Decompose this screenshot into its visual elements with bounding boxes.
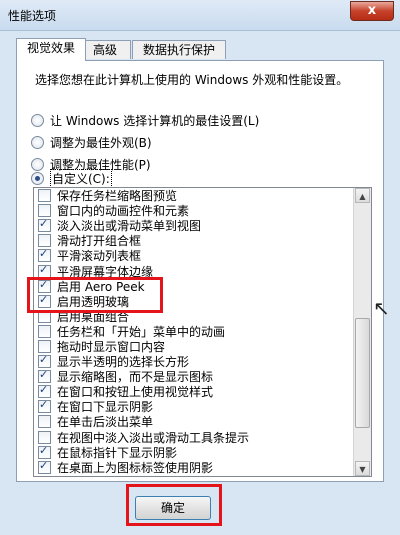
effect-option[interactable]: 显示缩略图，而不是显示图标 bbox=[34, 368, 352, 384]
radio-best-appearance[interactable]: 调整为最佳外观(B) bbox=[31, 133, 152, 151]
effect-option[interactable]: 滑动打开组合框 bbox=[34, 233, 352, 248]
checkbox-icon[interactable] bbox=[38, 234, 51, 248]
effect-option[interactable]: 淡入淡出或滑动菜单到视图 bbox=[34, 217, 352, 233]
effect-option[interactable]: 在鼠标指针下显示阴影 bbox=[34, 444, 352, 460]
custom-effects-listbox[interactable]: 保存任务栏缩略图预览窗口内的动画控件和元素淡入淡出或滑动菜单到视图滑动打开组合框… bbox=[33, 187, 372, 477]
radio-label: 自定义(C): bbox=[50, 168, 112, 188]
aero-highlight-box bbox=[27, 277, 163, 313]
checkbox-checked-icon[interactable] bbox=[38, 368, 51, 384]
effect-option[interactable]: 在窗口下显示阴影 bbox=[34, 398, 352, 414]
scroll-up-arrow-icon[interactable]: ▲ bbox=[355, 188, 370, 203]
checkbox-checked-icon[interactable] bbox=[38, 247, 51, 263]
radio-label: 调整为最佳外观(B) bbox=[50, 135, 152, 150]
radio-let-windows-choose[interactable]: 让 Windows 选择计算机的最佳设置(L) bbox=[31, 111, 259, 129]
scroll-down-arrow-icon[interactable]: ▼ bbox=[355, 461, 370, 476]
effect-option[interactable]: 在桌面上为图标标签使用阴影 bbox=[34, 459, 352, 475]
checkbox-icon[interactable] bbox=[38, 189, 51, 203]
effect-option-label: 在桌面上为图标标签使用阴影 bbox=[57, 460, 214, 475]
listbox-scrollbar[interactable]: ▲ ▼ bbox=[353, 188, 371, 476]
radio-custom[interactable]: 自定义(C): bbox=[31, 168, 112, 188]
radio-button-checked-icon[interactable] bbox=[31, 171, 44, 185]
effect-option[interactable]: 在视图中淡入淡出或滑动工具条提示 bbox=[34, 430, 352, 445]
radio-button-icon[interactable] bbox=[31, 113, 44, 127]
close-button[interactable]: x bbox=[350, 1, 394, 21]
checkbox-icon[interactable] bbox=[38, 324, 51, 338]
checkbox-checked-icon[interactable] bbox=[38, 383, 51, 399]
checkbox-icon[interactable] bbox=[38, 339, 51, 353]
title-bar: 性能选项 x bbox=[0, 0, 400, 31]
effect-option[interactable]: 保存任务栏缩略图预览 bbox=[34, 188, 352, 203]
effect-option[interactable]: 平滑滚动列表框 bbox=[34, 247, 352, 263]
checkbox-checked-icon[interactable] bbox=[38, 398, 51, 414]
checkbox-icon[interactable] bbox=[38, 415, 51, 429]
mouse-cursor-icon: ↖ bbox=[373, 296, 390, 320]
ok-highlight-box bbox=[126, 484, 222, 526]
panel-description: 选择您想在此计算机上使用的 Windows 外观和性能设置。 bbox=[35, 73, 349, 87]
tab-visual-effects[interactable]: 视觉效果 bbox=[16, 38, 86, 61]
window-title: 性能选项 bbox=[8, 9, 57, 23]
checkbox-icon[interactable] bbox=[38, 204, 51, 218]
radio-label: 让 Windows 选择计算机的最佳设置(L) bbox=[50, 113, 260, 128]
scroll-thumb[interactable] bbox=[355, 318, 370, 428]
effects-list: 保存任务栏缩略图预览窗口内的动画控件和元素淡入淡出或滑动菜单到视图滑动打开组合框… bbox=[34, 188, 352, 475]
effect-option[interactable]: 拖动时显示窗口内容 bbox=[34, 339, 352, 354]
checkbox-checked-icon[interactable] bbox=[38, 353, 51, 369]
checkbox-checked-icon[interactable] bbox=[38, 263, 51, 278]
effect-option[interactable]: 在单击后淡出菜单 bbox=[34, 414, 352, 429]
checkbox-checked-icon[interactable] bbox=[38, 444, 51, 459]
checkbox-checked-icon[interactable] bbox=[38, 459, 51, 474]
tab-advanced[interactable]: 高级 bbox=[79, 40, 131, 59]
effect-option[interactable]: 任务栏和「开始」菜单中的动画 bbox=[34, 324, 352, 339]
checkbox-icon[interactable] bbox=[38, 430, 51, 444]
checkbox-checked-icon[interactable] bbox=[38, 217, 51, 233]
effect-option[interactable]: 窗口内的动画控件和元素 bbox=[34, 203, 352, 218]
effect-option[interactable]: 在窗口和按钮上使用视觉样式 bbox=[34, 383, 352, 399]
effect-option[interactable]: 显示半透明的选择长方形 bbox=[34, 353, 352, 369]
radio-button-icon[interactable] bbox=[31, 135, 44, 149]
tab-data-execution-prevention[interactable]: 数据执行保护 bbox=[132, 40, 226, 59]
